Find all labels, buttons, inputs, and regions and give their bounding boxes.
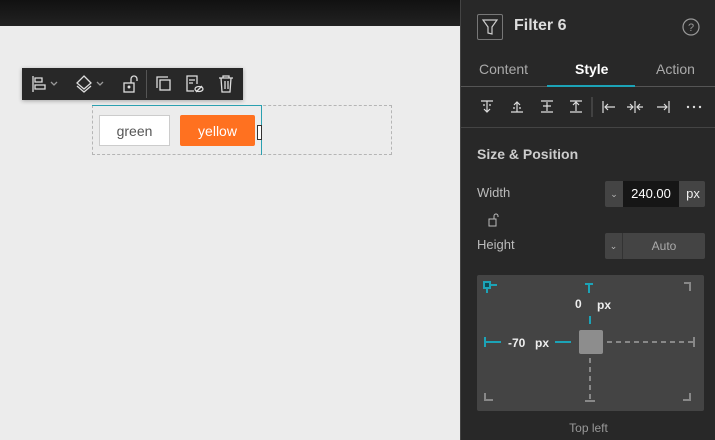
unlock-icon[interactable]	[122, 75, 138, 93]
align-left-icon	[602, 101, 615, 113]
anchor-top-left-icon[interactable]	[483, 281, 497, 293]
filter-button-green[interactable]: green	[99, 115, 170, 146]
left-offset-unit[interactable]: px	[535, 336, 549, 350]
filter-icon	[477, 14, 503, 40]
tab-style[interactable]: Style	[575, 61, 608, 77]
height-label: Height	[477, 237, 515, 252]
width-field[interactable]: ⌄ 240.00 px	[605, 181, 705, 207]
top-offset-value[interactable]: 0	[575, 297, 582, 311]
anchor-label: Top left	[569, 421, 608, 435]
resize-handle[interactable]	[257, 125, 262, 140]
align-icon[interactable]	[31, 75, 61, 93]
canvas-top-bar	[0, 0, 460, 26]
delete-icon[interactable]	[218, 75, 234, 93]
duplicate-icon[interactable]	[155, 75, 173, 93]
aspect-lock-icon[interactable]	[488, 213, 500, 227]
align-middle-icon	[511, 101, 523, 113]
height-field[interactable]: ⌄ Auto	[605, 233, 705, 259]
panel-title: Filter 6	[514, 17, 567, 34]
top-offset-unit[interactable]: px	[597, 298, 611, 312]
left-offset-value[interactable]: -70	[508, 336, 525, 350]
height-unit-dropdown-icon[interactable]: ⌄	[605, 233, 623, 259]
align-right-icon	[657, 101, 670, 113]
settings-panel: Filter 6 ? Content Style Action Size & P…	[460, 0, 715, 440]
svg-text:?: ?	[688, 22, 694, 34]
position-anchor-box: 0 px -70 px	[477, 275, 704, 411]
width-input[interactable]: 240.00	[623, 181, 679, 207]
section-title: Size & Position	[477, 146, 579, 162]
hide-widget-icon[interactable]	[185, 75, 205, 93]
align-center-icon	[627, 101, 643, 113]
width-unit-dropdown-icon[interactable]: ⌄	[605, 181, 623, 207]
toolbar-divider	[146, 70, 147, 98]
align-top-icon	[481, 100, 493, 113]
widget-toolbar	[22, 68, 243, 100]
divider	[461, 127, 715, 128]
stretch-icon	[570, 100, 582, 113]
more-icon	[686, 105, 702, 109]
tab-action[interactable]: Action	[656, 61, 695, 77]
filter-button-yellow[interactable]: yellow	[180, 115, 255, 146]
width-unit[interactable]: px	[681, 181, 705, 207]
help-icon[interactable]: ?	[682, 18, 700, 36]
tab-content[interactable]: Content	[479, 61, 528, 77]
height-input[interactable]: Auto	[623, 233, 705, 259]
align-bottom-icon	[541, 100, 553, 113]
layers-icon[interactable]	[75, 75, 107, 93]
active-tab-indicator	[547, 85, 635, 87]
align-toolbar[interactable]	[475, 97, 705, 117]
width-label: Width	[477, 185, 511, 200]
